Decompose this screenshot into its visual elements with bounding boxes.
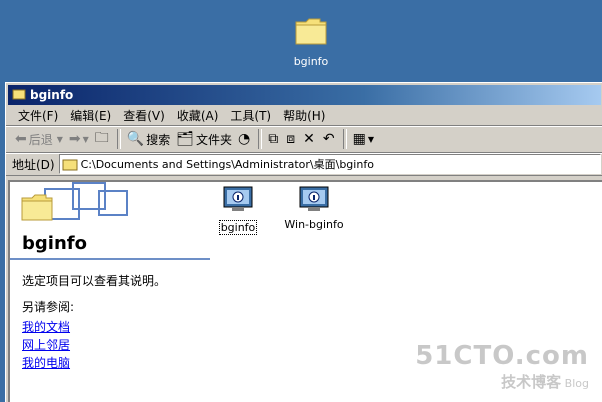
content-pane: bginfo 选定项目可以查看其说明。 另请参阅: 我的文档 网上邻居 我的电脑…	[8, 180, 602, 402]
address-label: 地址(D)	[12, 157, 55, 172]
file-label: bginfo	[218, 220, 258, 235]
explorer-window: bginfo 文件(F) 编辑(E) 查看(V) 收藏(A) 工具(T) 帮助(…	[5, 82, 602, 402]
menu-help[interactable]: 帮助(H)	[277, 107, 331, 124]
delete-x-icon: ✕	[303, 131, 315, 147]
back-button[interactable]: ⬅ 后退 ▼	[12, 128, 66, 150]
views-button[interactable]: ▦ ▼	[350, 128, 377, 150]
chevron-down-icon: ▼	[56, 134, 63, 144]
menu-view[interactable]: 查看(V)	[117, 107, 171, 124]
undo-icon: ↶	[322, 131, 335, 147]
copy-to-icon: ⧈	[286, 131, 296, 147]
selection-hint: 选定项目可以查看其说明。	[22, 274, 167, 288]
toolbar-separator	[258, 129, 263, 149]
menu-favorites[interactable]: 收藏(A)	[171, 107, 225, 124]
back-label: 后退	[28, 132, 53, 147]
move-to-button[interactable]: ⧉	[265, 128, 283, 150]
task-panel: bginfo 选定项目可以查看其说明。 另请参阅: 我的文档 网上邻居 我的电脑	[10, 182, 210, 402]
search-label: 搜索	[146, 132, 171, 147]
back-arrow-icon: ⬅	[15, 131, 27, 147]
forward-button[interactable]: ➡ ▼	[66, 128, 92, 150]
link-my-computer[interactable]: 我的电脑	[22, 354, 70, 371]
menu-tools[interactable]: 工具(T)	[224, 107, 277, 124]
menu-bar: 文件(F) 编辑(E) 查看(V) 收藏(A) 工具(T) 帮助(H)	[6, 105, 602, 126]
toolbar: ⬅ 后退 ▼ ➡ ▼ 🗀 🔍 搜索 🗂 文件夹 ◔ ⧉ ⧈ ✕ ↶ ▦ ▼	[6, 126, 602, 153]
undo-button[interactable]: ↶	[320, 128, 340, 150]
chevron-down-icon: ▼	[82, 134, 89, 144]
desktop-folder-label: bginfo	[293, 55, 329, 68]
link-network-places[interactable]: 网上邻居	[22, 336, 70, 353]
history-icon: ◔	[238, 131, 251, 147]
folder-title: bginfo	[22, 233, 87, 254]
copy-to-button[interactable]: ⧈	[283, 128, 300, 150]
move-to-icon: ⧉	[268, 131, 279, 147]
program-icon	[299, 186, 329, 211]
search-button[interactable]: 🔍 搜索	[124, 128, 173, 150]
menu-edit[interactable]: 编辑(E)	[64, 107, 117, 124]
up-folder-icon: 🗀	[94, 130, 109, 146]
chevron-down-icon: ▼	[367, 134, 375, 144]
watermark-line3: Blog	[564, 377, 589, 390]
delete-button[interactable]: ✕	[300, 128, 320, 150]
folder-icon	[12, 88, 26, 103]
folder-icon	[295, 18, 327, 45]
toolbar-separator	[116, 129, 121, 149]
folders-button[interactable]: 🗂 文件夹	[173, 128, 235, 150]
desktop-folder-bginfo[interactable]: bginfo	[280, 16, 342, 68]
address-field[interactable]: C:\Documents and Settings\Administrator\…	[58, 154, 601, 174]
watermark-line1: 51CTO.com	[415, 341, 589, 371]
toolbar-separator	[342, 129, 347, 149]
file-item[interactable]: Win-bginfo	[284, 182, 344, 231]
program-icon	[223, 186, 253, 211]
file-item[interactable]: bginfo	[208, 182, 268, 235]
folder-icon	[62, 159, 78, 170]
folder-banner: bginfo	[10, 182, 210, 260]
watermark-line2: 技术博客	[501, 373, 562, 391]
address-value: C:\Documents and Settings\Administrator\…	[80, 158, 374, 171]
window-title: bginfo	[30, 88, 74, 102]
search-icon: 🔍	[126, 131, 145, 147]
file-label: Win-bginfo	[284, 218, 344, 231]
title-bar[interactable]: bginfo	[8, 85, 601, 105]
banner-decoration	[98, 190, 128, 216]
folders-icon: 🗂	[176, 131, 195, 147]
folder-icon	[21, 194, 53, 221]
site-watermark: 51CTO.com 技术博客 Blog	[415, 341, 589, 392]
address-bar: 地址(D) C:\Documents and Settings\Administ…	[6, 153, 602, 176]
forward-arrow-icon: ➡	[68, 131, 81, 147]
link-my-documents[interactable]: 我的文档	[22, 318, 70, 335]
menu-file[interactable]: 文件(F)	[12, 107, 64, 124]
up-folder-button[interactable]: 🗀	[92, 128, 114, 150]
history-button[interactable]: ◔	[235, 128, 255, 150]
folders-label: 文件夹	[196, 132, 233, 147]
views-icon: ▦	[352, 131, 366, 147]
see-also-label: 另请参阅:	[22, 300, 75, 314]
